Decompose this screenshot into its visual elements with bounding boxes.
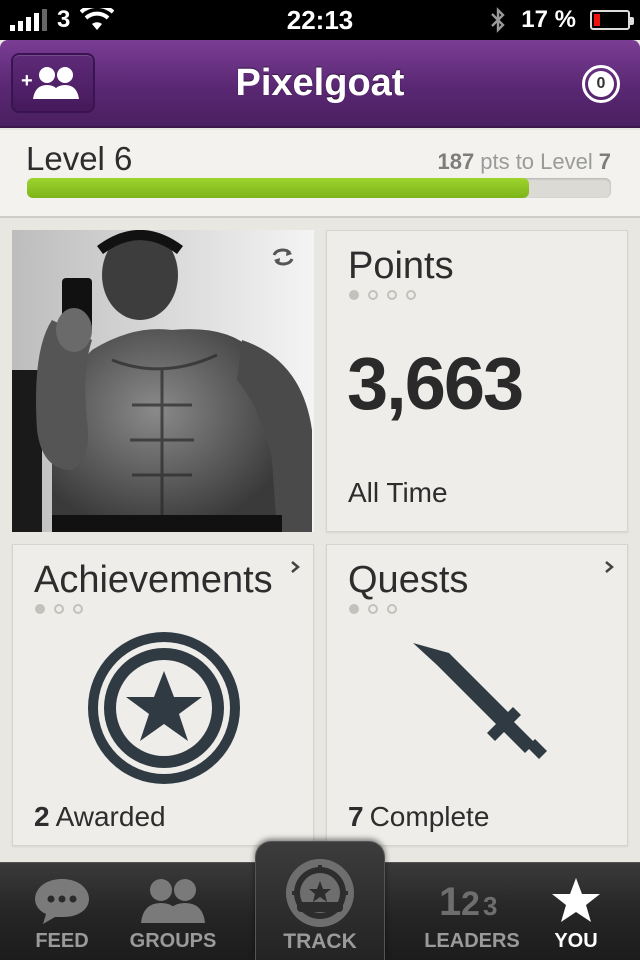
page-dot — [368, 604, 378, 614]
achievements-page-dots — [35, 604, 83, 614]
achievements-count-label: Awarded — [55, 801, 166, 832]
quests-summary: 7 Complete — [348, 801, 489, 833]
page-dot — [349, 290, 359, 300]
page-dot — [368, 290, 378, 300]
tab-feed-label: FEED — [35, 930, 89, 952]
svg-text:3: 3 — [483, 891, 497, 921]
tab-groups[interactable]: GROUPS — [125, 863, 221, 960]
points-remaining-suffix: pts to Level — [480, 149, 593, 174]
next-level-value: 7 — [598, 149, 611, 174]
points-title: Points — [348, 245, 454, 287]
tab-feed[interactable]: FEED — [22, 863, 102, 960]
page-dot — [349, 604, 359, 614]
tab-you-label: YOU — [554, 930, 598, 952]
profile-photo-image — [12, 230, 314, 532]
tab-groups-label: GROUPS — [129, 930, 217, 952]
page-dot — [73, 604, 83, 614]
points-to-next-level: 187 pts to Level 7 — [438, 149, 611, 175]
quests-tile[interactable]: Quests 7 Complete — [326, 544, 628, 846]
sword-icon — [413, 643, 547, 759]
profile-photo[interactable] — [12, 230, 314, 532]
leaderboard-123-icon: 1 2 3 — [439, 880, 497, 924]
notification-count: 0 — [588, 71, 614, 97]
svg-text:1: 1 — [439, 880, 461, 924]
track-target-icon — [286, 859, 354, 927]
bluetooth-icon — [491, 7, 505, 33]
tab-leaders[interactable]: 1 2 3 LEADERS — [420, 863, 524, 960]
battery-percent: 17 % — [521, 6, 576, 33]
achievements-summary: 2 Awarded — [34, 801, 166, 833]
points-period-label: All Time — [348, 477, 448, 508]
refresh-photo-icon[interactable] — [270, 246, 296, 268]
achievements-count: 2 — [34, 801, 50, 832]
quests-title: Quests — [348, 559, 469, 601]
level-progress-bar — [27, 178, 611, 198]
quests-count: 7 — [348, 801, 364, 832]
app-title: Pixelgoat — [235, 62, 405, 104]
chat-bubble-icon — [35, 879, 89, 924]
svg-text:2: 2 — [461, 885, 480, 923]
nav-bar: + Pixelgoat 0 — [0, 40, 640, 128]
chevron-right-icon — [605, 561, 614, 573]
page-dot — [54, 604, 64, 614]
tab-you[interactable]: YOU — [546, 863, 606, 960]
achievements-tile[interactable]: Achievements 2 Awarded — [12, 544, 314, 846]
track-label: TRACK — [283, 930, 357, 953]
quests-count-label: Complete — [369, 801, 490, 832]
points-remaining-value: 187 — [437, 149, 475, 174]
points-tile[interactable]: Points 3,663 All Time — [326, 230, 628, 532]
quests-page-dots — [349, 604, 397, 614]
points-value: 3,663 — [347, 342, 524, 425]
groups-icon — [141, 879, 205, 923]
chevron-right-icon — [291, 561, 300, 573]
points-page-dots — [349, 290, 416, 300]
level-label: Level 6 — [26, 140, 133, 177]
star-icon — [552, 878, 600, 922]
page-dot — [406, 290, 416, 300]
achievements-title: Achievements — [34, 559, 273, 601]
level-progress-panel: Level 6 187 pts to Level 7 — [0, 130, 640, 218]
achievement-star-badge-icon — [88, 632, 240, 784]
tab-leaders-label: LEADERS — [424, 930, 520, 952]
status-bar: 3 22:13 17 % — [0, 0, 640, 40]
page-dot — [387, 290, 397, 300]
page-dot — [387, 604, 397, 614]
battery-icon — [590, 10, 634, 30]
page-dot — [35, 604, 45, 614]
level-progress-fill — [27, 178, 530, 198]
track-button[interactable]: TRACK — [255, 841, 385, 960]
notifications-button[interactable]: 0 — [582, 65, 620, 103]
